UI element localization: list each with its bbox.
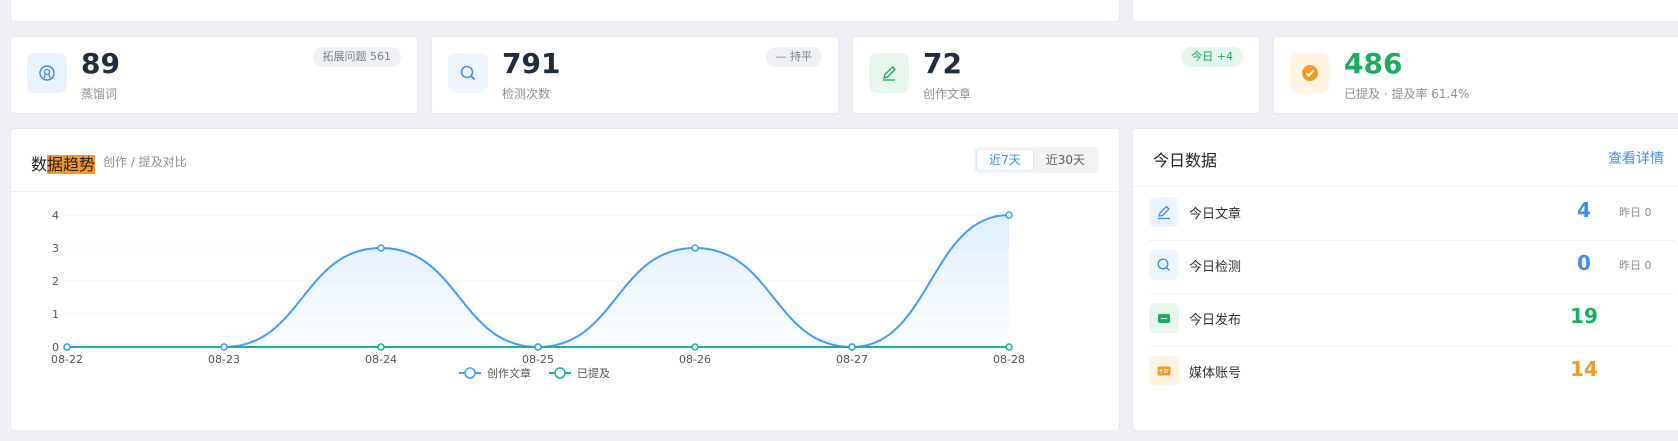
publish-icon (1149, 303, 1179, 333)
data-point (1005, 211, 1013, 219)
row-yesterday: 昨日 0 (1619, 206, 1652, 219)
trend-title-start: 数 (31, 155, 48, 174)
row-value: 14 (1570, 357, 1598, 381)
stat-badge: 今日 +4 (1181, 47, 1243, 67)
y-tick-label: 4 (52, 209, 59, 222)
data-point (377, 343, 385, 351)
row-label: 今日文章 (1189, 207, 1242, 222)
stat-value: 72 (923, 47, 962, 80)
stat-card-mentions[interactable]: 486 已提及 · 提及率 61.4% (1273, 36, 1678, 114)
row-value: 0 (1577, 251, 1591, 275)
stat-label: 蒸馏词 (81, 87, 118, 101)
search-icon (448, 53, 488, 93)
today-row-articles: 今日文章 4 昨日 0 (1149, 187, 1675, 241)
pen-icon (1149, 197, 1179, 227)
row-label: 媒体账号 (1189, 366, 1242, 381)
stat-card-checks[interactable]: 791 检测次数 — 持平 (431, 36, 839, 114)
legend-marker (554, 367, 566, 379)
stat-card-articles[interactable]: 72 创作文章 今日 +4 (852, 36, 1260, 114)
shield-icon (27, 53, 67, 93)
legend-label: 创作文章 (487, 366, 531, 380)
y-tick-label: 1 (52, 308, 59, 321)
x-tick-label: 08-28 (993, 353, 1025, 366)
data-point (220, 343, 228, 351)
trend-chart: 0123408-22 08-23 08-24 08-25 08-26 08-27 08-28… (51, 209, 1025, 380)
pen-icon (869, 53, 909, 93)
data-point (691, 343, 699, 351)
row-label: 今日发布 (1189, 313, 1242, 328)
today-row-published: 今日发布 19 (1149, 293, 1675, 347)
x-tick-label: 08-22 (51, 353, 83, 366)
data-point (63, 343, 71, 351)
data-point (1005, 343, 1013, 351)
data-point (377, 244, 385, 252)
tab-30-days[interactable]: 近30天 (1034, 149, 1097, 171)
today-title: 今日数据 (1153, 151, 1218, 170)
x-tick-label: 08-27 (836, 353, 868, 366)
x-tick-label: 08-23 (208, 353, 240, 366)
today-row-media-accounts: 媒体账号 14 (1149, 346, 1675, 399)
data-point (534, 343, 542, 351)
y-tick-label: 3 (52, 242, 59, 255)
stat-badge: 拓展问题 561 (312, 47, 401, 67)
stat-value: 89 (81, 47, 120, 80)
x-tick-label: 08-24 (365, 353, 397, 366)
data-trend-card: 数据趋势 创作 / 提及对比 近7天 近30天 0 1 2 3 4 08-22 08-23 0… (10, 128, 1120, 431)
row-yesterday: 昨日 0 (1619, 259, 1652, 272)
tab-7-days[interactable]: 近7天 (976, 149, 1034, 171)
legend-marker (464, 367, 476, 379)
trend-header: 数据趋势 创作 / 提及对比 近7天 近30天 (11, 129, 1119, 192)
stat-label: 创作文章 (923, 87, 972, 101)
x-tick-label: 08-25 (522, 353, 554, 366)
stat-card-keywords[interactable]: 89 蒸馏词 拓展问题 561 (10, 36, 418, 114)
top-side-card (1132, 0, 1678, 22)
id-card-icon (1149, 356, 1179, 386)
today-row-checks: 今日检测 0 昨日 0 (1149, 240, 1675, 294)
search-icon (1149, 250, 1179, 280)
row-value: 4 (1577, 198, 1591, 222)
row-value: 19 (1570, 304, 1598, 328)
stat-value: 486 (1344, 47, 1403, 80)
trend-title-highlight: 据趋势 (47, 155, 96, 174)
y-tick-label: 2 (52, 275, 59, 288)
top-banner-card (10, 0, 1120, 22)
x-tick-label: 08-26 (679, 353, 711, 366)
data-point (691, 244, 699, 252)
data-point (848, 343, 856, 351)
trend-subtitle: 创作 / 提及对比 (103, 155, 187, 169)
stat-label: 检测次数 (502, 87, 551, 101)
stat-label: 已提及 · 提及率 61.4% (1344, 87, 1470, 101)
legend-label: 已提及 (577, 367, 610, 380)
trend-title: 数据趋势 (31, 151, 96, 175)
check-circle-icon (1290, 53, 1330, 93)
today-data-card: 今日数据 查看详情 今日文章 4 昨日 0 今日检测 0 昨日 0 今日发布 1… (1132, 128, 1678, 431)
range-toggle: 近7天 近30天 (974, 147, 1099, 173)
view-details-link[interactable]: 查看详情 (1608, 148, 1664, 168)
stat-value: 791 (502, 47, 561, 80)
stat-badge: — 持平 (765, 47, 822, 67)
row-label: 今日检测 (1189, 260, 1242, 275)
